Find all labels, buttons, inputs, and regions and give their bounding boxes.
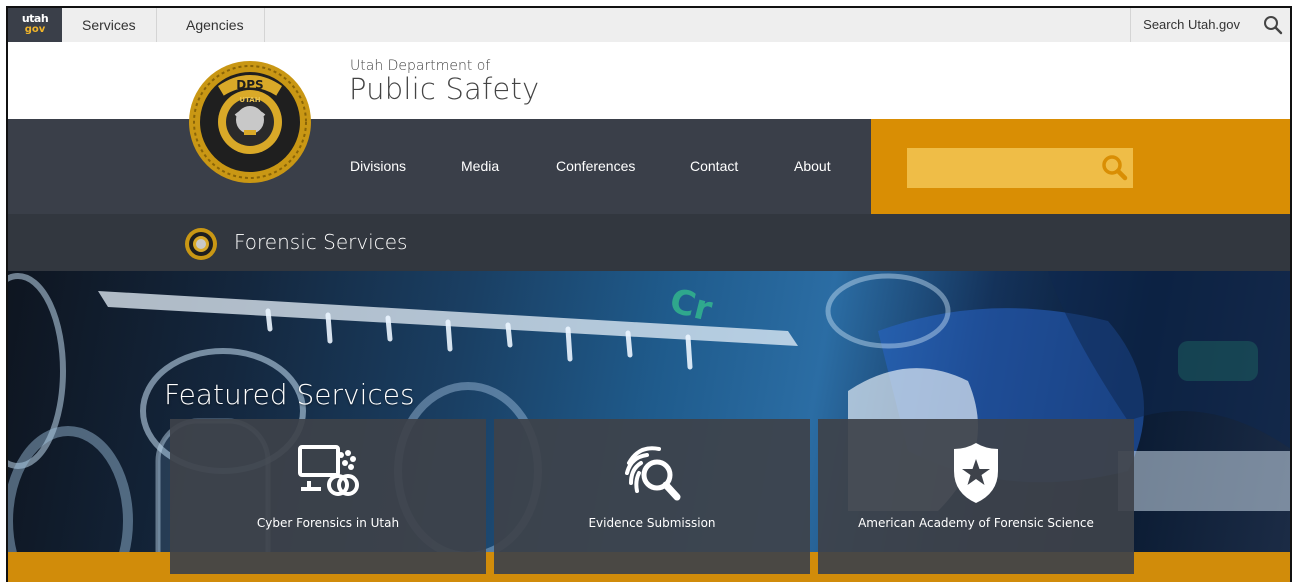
- utah-gov-bar: utah gov Services Agencies Search Utah.g…: [8, 8, 1290, 43]
- agencies-link[interactable]: Agencies: [166, 8, 265, 42]
- utah-logo-text: utah: [21, 12, 49, 25]
- search-utah-gov-link[interactable]: Search Utah.gov: [1130, 8, 1240, 42]
- seal-dps-text: DPS: [236, 78, 263, 92]
- department-title[interactable]: Public Safety: [349, 72, 539, 106]
- hero-glow-text: Cr: [666, 281, 716, 330]
- service-card-aafs[interactable]: American Academy of Forensic Science: [818, 419, 1134, 574]
- police-badge-icon: [954, 443, 998, 503]
- card-label: Cyber Forensics in Utah: [256, 516, 400, 530]
- card-label: Evidence Submission: [588, 516, 716, 530]
- nav-about[interactable]: About: [794, 119, 831, 214]
- search-icon[interactable]: [1100, 153, 1130, 183]
- gov-logo-text: gov: [24, 24, 46, 35]
- cyber-forensics-icon: [298, 445, 359, 496]
- nav-contact[interactable]: Contact: [690, 119, 738, 214]
- service-card-cyber-forensics[interactable]: Cyber Forensics in Utah: [170, 419, 486, 574]
- search-icon[interactable]: [1262, 14, 1284, 36]
- browser-viewport: utah gov Services Agencies Search Utah.g…: [6, 6, 1292, 582]
- nav-divisions[interactable]: Divisions: [350, 119, 406, 214]
- main-nav: [8, 119, 871, 214]
- nav-media[interactable]: Media: [461, 119, 499, 214]
- featured-services-heading: Featured Services: [164, 378, 415, 411]
- fingerprint-search-icon: [625, 446, 681, 501]
- service-card-evidence-submission[interactable]: Evidence Submission: [494, 419, 810, 574]
- utah-gov-logo[interactable]: utah gov: [8, 8, 62, 42]
- dps-seal-logo[interactable]: DPS UTAH: [188, 60, 312, 184]
- dps-seal-small-icon: [185, 228, 217, 260]
- seal-utah-text: UTAH: [239, 96, 260, 104]
- nav-conferences[interactable]: Conferences: [556, 119, 635, 214]
- division-title[interactable]: Forensic Services: [234, 230, 407, 254]
- card-label: American Academy of Forensic Science: [858, 516, 1094, 530]
- services-link[interactable]: Services: [62, 8, 157, 42]
